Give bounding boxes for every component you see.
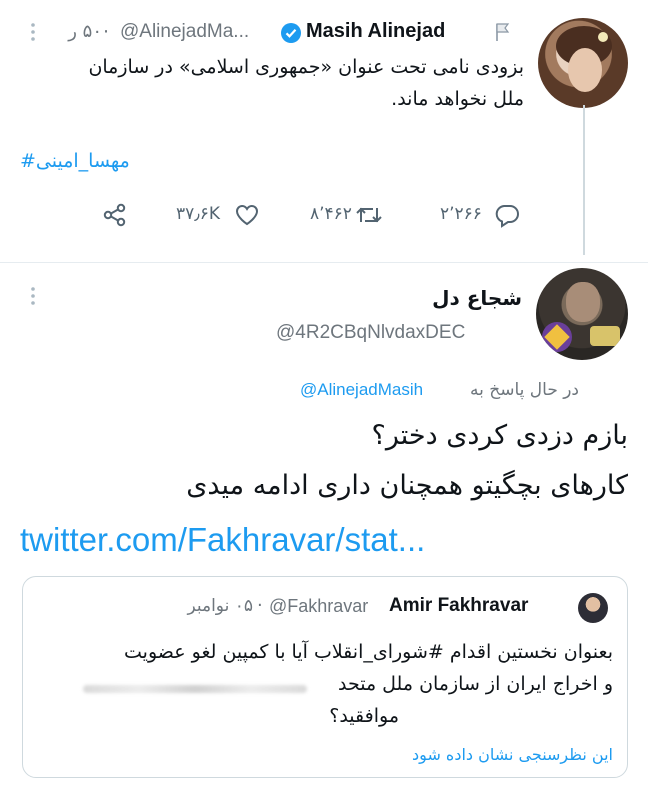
- flag-icon: [494, 22, 512, 42]
- verified-icon: [280, 22, 302, 44]
- tweet-time[interactable]: ۵۰ ر: [58, 21, 102, 42]
- quoted-tweet[interactable]: Amir Fakhravar @Fakhravar · ۰۵ نوامبر بع…: [22, 576, 628, 778]
- reply-count: ۲٬۲۶۶: [440, 204, 482, 224]
- avatar: [578, 593, 608, 623]
- tweet-author-name[interactable]: Masih Alinejad: [306, 20, 445, 43]
- reply-icon[interactable]: [494, 202, 520, 228]
- tweet-text-line-2: ملل نخواهد ماند.: [391, 88, 524, 110]
- tweet-author-name[interactable]: شجاع دل: [300, 286, 522, 310]
- quoted-author-name: Amir Fakhravar: [389, 595, 529, 616]
- show-poll-link[interactable]: این نظرسنجی نشان داده شود: [35, 743, 613, 767]
- divider: [0, 262, 648, 263]
- avatar[interactable]: [538, 18, 628, 108]
- tweet-actions: ۳۷٫۶K ۸٬۴۶۲ ۲٬۲۶۶: [0, 198, 648, 232]
- tweet-handle[interactable]: @4R2CBqNlvdaxDEC: [276, 322, 465, 344]
- thread-line: [583, 105, 585, 255]
- replying-label: در حال پاسخ به: [470, 380, 580, 400]
- tweet-handle[interactable]: @AlinejadMa...: [120, 21, 249, 43]
- replying-to-link[interactable]: @AlinejadMasih: [300, 380, 423, 400]
- share-icon[interactable]: [102, 202, 128, 228]
- more-icon[interactable]: [30, 22, 36, 42]
- replying-to: در حال پاسخ به @AlinejadMasih: [300, 380, 630, 408]
- tweet-link[interactable]: twitter.com/Fakhravar/stat...: [20, 518, 425, 562]
- tweet-text-line-1: بازم دزدی کردی دختر؟: [371, 420, 628, 451]
- quoted-time: ۰۵ نوامبر: [187, 596, 253, 616]
- retweet-count: ۸٬۴۶۲: [310, 204, 352, 224]
- avatar[interactable]: [536, 268, 628, 360]
- hashtag-link[interactable]: #مهسا_امینی: [20, 150, 130, 172]
- tweet-text-line-1: بزودی نامی تحت عنوان «جمهوری اسلامی» در …: [88, 56, 524, 78]
- quoted-text-line-3: موافقید؟: [329, 705, 399, 727]
- tweet-text-line-2: کارهای بچگیتو همچنان داری ادامه میدی: [186, 470, 628, 501]
- like-count: ۳۷٫۶K: [176, 204, 221, 224]
- quoted-text-line-2: و اخراج ایران از سازمان ملل متحد: [337, 673, 613, 695]
- like-icon[interactable]: [234, 203, 260, 227]
- quoted-handle: @Fakhravar: [269, 596, 369, 616]
- retweet-icon[interactable]: [354, 202, 384, 228]
- quoted-text-line-1: بعنوان نخستین اقدام #شورای_انقلاب آیا با…: [124, 641, 613, 663]
- more-icon[interactable]: [30, 286, 36, 306]
- redacted-text: [83, 685, 307, 693]
